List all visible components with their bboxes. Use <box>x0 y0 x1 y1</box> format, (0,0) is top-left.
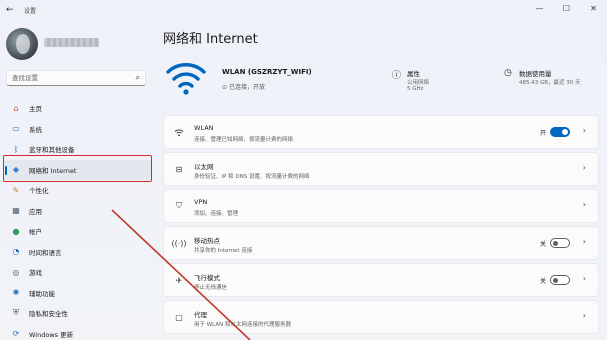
wlan-toggle-label: 开 <box>539 130 546 137</box>
sidebar-item-label: 蓝牙和其他设备 <box>29 146 75 155</box>
card-subtitle: 共享你的 Internet 连接 <box>194 248 253 254</box>
search-icon[interactable]: ⌕ <box>136 73 140 83</box>
airplane-icon: ✈ <box>175 275 183 285</box>
card-subtitle: 身份验证、IP 和 DNS 设置、按流量计费的网络 <box>194 174 310 180</box>
sidebar-item-accessibility[interactable]: ✱ 辅助功能 <box>4 283 152 304</box>
card-subtitle: 用于 WLAN 和以太网连接的代理服务器 <box>194 322 292 328</box>
card-vpn[interactable]: ⛉ VPN 添加、连接、管理 › <box>163 189 599 223</box>
sidebar-item-label: 帐户 <box>29 228 42 237</box>
wifi-icon <box>174 127 184 137</box>
card-title: VPN <box>194 198 208 206</box>
card-ethernet[interactable]: ⊟ 以太网 身份验证、IP 和 DNS 设置、按流量计费的网络 › <box>163 152 599 186</box>
sidebar-item-label: Windows 更新 <box>29 330 74 339</box>
card-hotspot[interactable]: ((·)) 移动热点 共享你的 Internet 连接 关 › <box>163 226 599 260</box>
sidebar-item-accounts[interactable]: ● 帐户 <box>4 221 152 242</box>
card-title: 代理 <box>194 311 207 319</box>
sidebar-item-personalization[interactable]: ✎ 个性化 <box>4 180 152 201</box>
properties-network-type: 公用网络 <box>407 80 430 86</box>
chevron-right-icon[interactable]: › <box>583 126 586 135</box>
sidebar-nav: ⌂ 主页 ▭ 系统 ᛒ 蓝牙和其他设备 ◆ 网络和 Internet ✎ 个性化… <box>4 98 152 340</box>
properties-band: 5 GHz <box>407 86 424 92</box>
card-subtitle: 停止无线通信 <box>194 285 228 291</box>
window-controls: — ☐ ✕ <box>526 0 607 16</box>
gaming-icon: ◎ <box>12 267 20 277</box>
sidebar-item-gaming[interactable]: ◎ 游戏 <box>4 262 152 283</box>
hotspot-icon: ((·)) <box>171 238 187 248</box>
airplane-toggle-label: 关 <box>539 278 546 285</box>
sidebar-item-label: 隐私和安全性 <box>29 310 68 319</box>
card-subtitle: 添加、连接、管理 <box>194 211 239 217</box>
sidebar-item-label: 应用 <box>29 207 42 216</box>
accessibility-icon: ✱ <box>12 288 20 298</box>
chevron-right-icon[interactable]: › <box>583 311 586 320</box>
wifi-large-icon <box>166 63 206 95</box>
chevron-right-icon[interactable]: › <box>583 200 586 209</box>
maximize-button[interactable]: ☐ <box>553 0 580 16</box>
card-proxy[interactable]: ▢ 代理 用于 WLAN 和以太网连接的代理服务器 › <box>163 300 599 334</box>
sidebar-item-label: 个性化 <box>29 187 49 196</box>
page-title: 网络和 Internet <box>163 32 258 47</box>
sidebar-item-label: 主页 <box>29 105 42 114</box>
sidebar-item-label: 辅助功能 <box>29 289 55 298</box>
home-icon: ⌂ <box>13 103 19 113</box>
data-usage-amount: 485.43 GB，最近 30 天 <box>519 80 581 86</box>
user-name-redacted <box>44 38 99 47</box>
sidebar-item-label: 网络和 Internet <box>29 166 77 175</box>
card-title: 飞行模式 <box>194 274 220 282</box>
title-bar: ← 设置 — ☐ ✕ <box>0 0 607 20</box>
close-button[interactable]: ✕ <box>580 0 607 16</box>
ethernet-icon: ⊟ <box>175 164 183 174</box>
sidebar-item-apps[interactable]: ▦ 应用 <box>4 201 152 222</box>
time-language-icon: ◔ <box>12 247 20 257</box>
settings-cards: WLAN 连接、管理已知网络、按流量计费的网络 开 › ⊟ 以太网 身份验证、I… <box>163 115 599 337</box>
card-subtitle: 连接、管理已知网络、按流量计费的网络 <box>194 137 294 143</box>
sidebar-item-home[interactable]: ⌂ 主页 <box>4 98 152 119</box>
sidebar-item-label: 时间和语言 <box>29 248 62 257</box>
wifi-ssid: WLAN (GSZRZYT_WIFI) <box>222 68 312 76</box>
sidebar-item-label: 系统 <box>29 125 42 134</box>
sidebar-item-time-language[interactable]: ◔ 时间和语言 <box>4 242 152 263</box>
chevron-right-icon[interactable]: › <box>583 163 586 172</box>
personalization-icon: ✎ <box>12 185 20 195</box>
card-title: WLAN <box>194 124 214 132</box>
bluetooth-icon: ᛒ <box>13 144 19 154</box>
sidebar-item-windows-update[interactable]: ⟳ Windows 更新 <box>4 324 152 340</box>
search-box[interactable]: ⌕ <box>6 70 146 86</box>
card-wlan[interactable]: WLAN 连接、管理已知网络、按流量计费的网络 开 › <box>163 115 599 149</box>
sidebar-item-system[interactable]: ▭ 系统 <box>4 119 152 140</box>
hotspot-toggle[interactable] <box>550 238 570 248</box>
data-usage-icon: ◷ <box>504 68 512 78</box>
privacy-icon: ⛨ <box>13 308 19 318</box>
vpn-icon: ⛉ <box>176 201 182 210</box>
wifi-status-text: 已连接，开放 <box>228 84 265 91</box>
chevron-right-icon[interactable]: › <box>583 274 586 283</box>
chevron-right-icon[interactable]: › <box>583 237 586 246</box>
system-icon: ▭ <box>12 124 20 134</box>
card-title: 移动热点 <box>194 237 220 245</box>
data-usage-title: 数据使用量 <box>519 70 552 78</box>
sidebar-item-privacy[interactable]: ⛨ 隐私和安全性 <box>4 303 152 324</box>
minimize-button[interactable]: — <box>526 0 553 16</box>
connected-icon: ⊙ <box>222 84 228 91</box>
windows-update-icon: ⟳ <box>12 329 20 339</box>
user-avatar[interactable] <box>6 28 38 60</box>
card-airplane-mode[interactable]: ✈ 飞行模式 停止无线通信 关 › <box>163 263 599 297</box>
sidebar-item-bluetooth[interactable]: ᛒ 蓝牙和其他设备 <box>4 139 152 160</box>
back-arrow-icon[interactable]: ← <box>6 5 14 15</box>
hotspot-toggle-label: 关 <box>539 241 546 248</box>
wlan-toggle[interactable] <box>550 127 570 137</box>
search-input[interactable] <box>7 71 117 85</box>
proxy-icon: ▢ <box>175 312 183 322</box>
sidebar-item-network[interactable]: ◆ 网络和 Internet <box>4 159 152 180</box>
sidebar-item-label: 游戏 <box>29 269 42 278</box>
network-icon: ◆ <box>12 165 20 175</box>
airplane-toggle[interactable] <box>550 275 570 285</box>
wifi-status: ⊙ 已连接，开放 <box>222 82 265 91</box>
info-icon: ⓘ <box>392 71 402 81</box>
app-title: 设置 <box>24 8 37 15</box>
card-title: 以太网 <box>194 163 214 171</box>
accounts-icon: ● <box>12 226 20 236</box>
properties-title: 属性 <box>407 70 420 78</box>
apps-icon: ▦ <box>12 206 20 216</box>
